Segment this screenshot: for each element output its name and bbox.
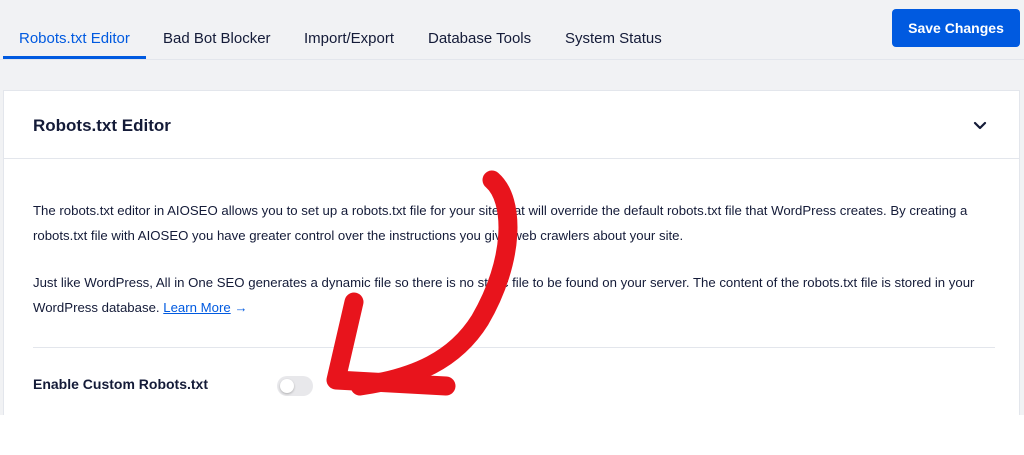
arrow-right-icon: → [234,300,248,315]
card-title: Robots.txt Editor [33,116,171,135]
learn-more-link[interactable]: Learn More [163,300,230,315]
tab-database-tools[interactable]: Database Tools [428,30,531,47]
description-paragraph: The robots.txt editor in AIOSEO allows y… [33,203,968,243]
active-tab-indicator [3,56,146,59]
tab-bad-bot-blocker[interactable]: Bad Bot Blocker [163,30,271,47]
toggle-knob [280,379,294,393]
tab-system-status[interactable]: System Status [565,30,662,47]
card-header[interactable]: Robots.txt Editor [4,91,1019,159]
save-changes-button[interactable]: Save Changes [892,9,1020,47]
chevron-down-icon[interactable] [970,115,990,135]
settings-tabs: Robots.txt Editor Bad Bot Blocker Import… [0,0,1024,60]
enable-custom-robots-label: Enable Custom Robots.txt [33,376,209,392]
divider [33,347,995,348]
enable-custom-robots-toggle[interactable] [277,376,313,396]
tab-robots-txt-editor[interactable]: Robots.txt Editor [19,30,130,47]
robots-txt-editor-card: Robots.txt Editor The robots.txt editor … [3,90,1020,415]
page: Robots.txt Editor Bad Bot Blocker Import… [0,0,1024,455]
tab-import-export[interactable]: Import/Export [304,30,394,47]
dynamic-file-paragraph: Just like WordPress, All in One SEO gene… [33,270,995,320]
